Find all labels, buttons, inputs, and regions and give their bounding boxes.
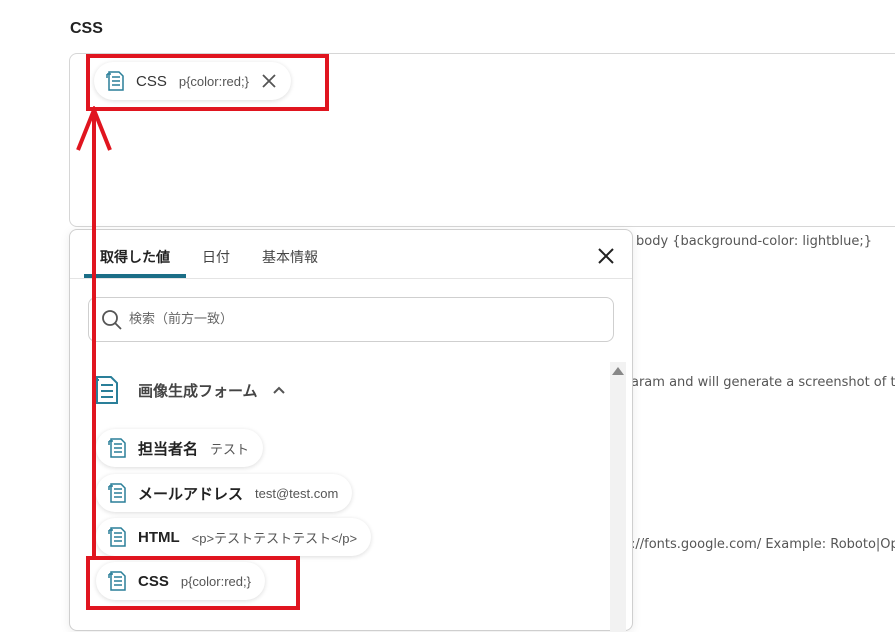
group-header[interactable]: 画像生成フォーム xyxy=(92,375,286,405)
item-value: p{color:red;} xyxy=(180,573,251,589)
tab-acquired-values[interactable]: 取得した値 xyxy=(84,242,186,278)
panel-tabs: 取得した値 日付 基本情報 xyxy=(84,242,334,279)
list-item[interactable]: CSS p{color:red;} xyxy=(96,562,265,600)
form-icon xyxy=(92,375,120,405)
form-field-icon xyxy=(106,71,126,91)
css-value-chip[interactable]: CSS p{color:red;} xyxy=(94,62,291,100)
item-name: CSS xyxy=(138,572,169,590)
scroll-up-arrow-icon[interactable] xyxy=(612,367,624,375)
font-helper-text: ://fonts.google.com/ Example: Roboto|Op xyxy=(631,537,895,552)
close-icon[interactable] xyxy=(261,73,277,89)
list-item[interactable]: 担当者名 テスト xyxy=(96,429,264,467)
item-value: <p>テストテストテスト</p> xyxy=(191,530,358,546)
chip-value: p{color:red;} xyxy=(178,73,249,89)
close-icon[interactable] xyxy=(596,246,616,266)
scrollbar[interactable] xyxy=(610,362,626,632)
item-name: メールアドレス xyxy=(138,485,244,503)
form-field-icon xyxy=(108,483,128,503)
item-name: 担当者名 xyxy=(138,440,199,458)
form-field-icon xyxy=(108,571,128,591)
search-input[interactable] xyxy=(127,311,571,328)
section-label: CSS xyxy=(70,20,103,37)
value-picker-panel: 取得した値 日付 基本情報 画像生成フォーム 担当者名 テスト メールアド xyxy=(69,229,633,632)
search-box[interactable] xyxy=(88,297,614,342)
tab-divider xyxy=(70,278,632,279)
tab-basic-info[interactable]: 基本情報 xyxy=(246,242,334,274)
tab-date[interactable]: 日付 xyxy=(186,242,246,274)
form-field-icon xyxy=(108,527,128,547)
form-field-icon xyxy=(108,438,128,458)
item-value: test@test.com xyxy=(255,485,339,501)
css-helper-text: body {background-color: lightblue;} xyxy=(636,234,872,249)
annotation-arrowhead-icon xyxy=(76,106,112,151)
item-value: テスト xyxy=(210,441,250,457)
item-name: HTML xyxy=(138,528,180,546)
group-title: 画像生成フォーム xyxy=(138,381,258,400)
search-icon xyxy=(101,309,123,331)
css-input-field[interactable]: CSS p{color:red;} xyxy=(69,53,895,227)
list-item[interactable]: HTML <p>テストテストテスト</p> xyxy=(96,518,372,556)
list-item[interactable]: メールアドレス test@test.com xyxy=(96,474,353,512)
param-helper-text: aram and will generate a screenshot of t… xyxy=(631,375,895,390)
chip-name: CSS xyxy=(136,72,167,90)
chevron-up-icon[interactable] xyxy=(272,383,286,397)
